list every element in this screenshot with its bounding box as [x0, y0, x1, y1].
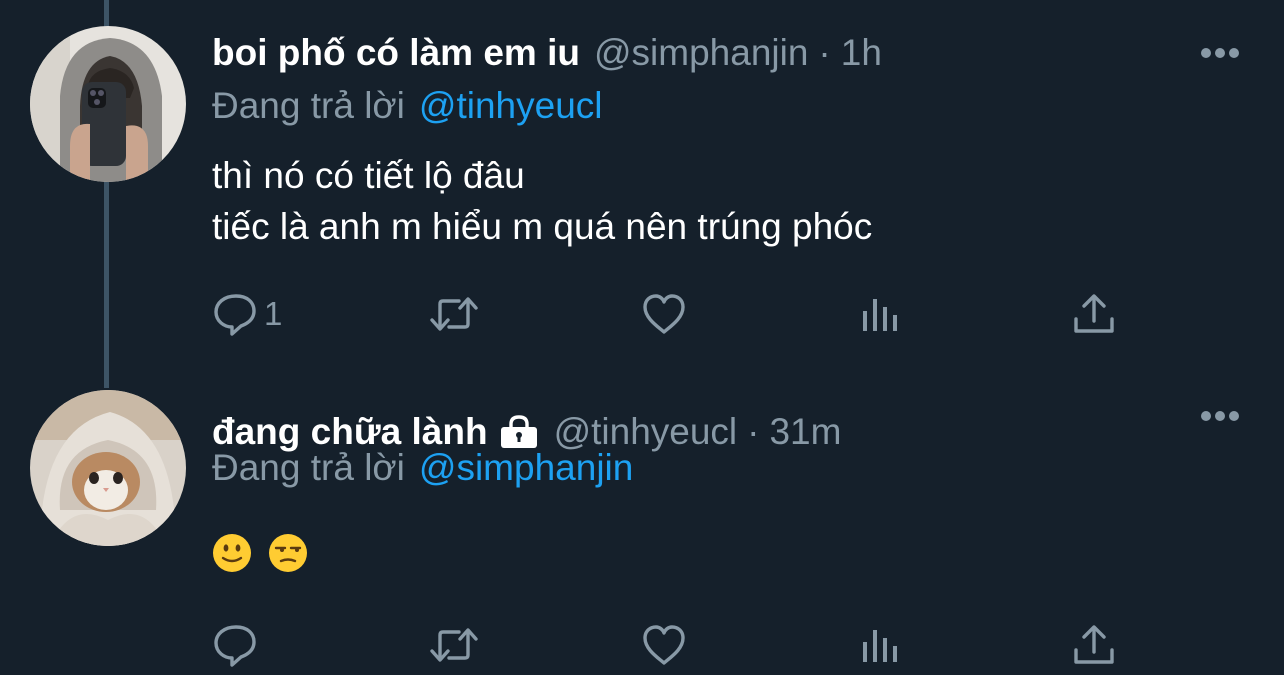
slightly-smiling-face-icon [213, 534, 251, 572]
tweet-header: boi phố có làm em iu @simphanjin · 1h [212, 31, 882, 75]
person-holding-phone-avatar-icon [30, 26, 186, 182]
replying-to-label: Đang trả lời [212, 85, 405, 126]
tweet-text: thì nó có tiết lộ đâu tiếc là anh m hiểu… [212, 150, 872, 252]
tweet-text [212, 533, 308, 573]
tweet-text-line: thì nó có tiết lộ đâu [212, 155, 525, 196]
tweet-text-line: tiếc là anh m hiểu m quá nên trúng phóc [212, 206, 873, 247]
share-button[interactable] [1071, 620, 1117, 670]
retweet-icon [430, 628, 478, 662]
analytics-icon [863, 630, 897, 662]
reply-icon [214, 625, 256, 667]
cat-in-blanket-avatar-icon [30, 390, 186, 546]
timestamp[interactable]: 1h [841, 32, 882, 74]
retweet-button[interactable] [428, 289, 480, 339]
lock-icon [500, 415, 537, 448]
avatar[interactable] [30, 26, 186, 182]
reply-button[interactable]: 1 [212, 289, 282, 339]
replying-to: Đang trả lời @tinhyeucl [212, 84, 603, 128]
analytics-button[interactable] [857, 620, 903, 670]
more-options-icon[interactable] [1200, 47, 1240, 59]
mention-link[interactable]: @simphanjin [419, 447, 633, 489]
mention-link[interactable]: @tinhyeucl [419, 85, 603, 127]
tweet-actions: 1 [0, 289, 1284, 339]
heart-icon [643, 625, 685, 665]
display-name[interactable]: boi phố có làm em iu [212, 32, 580, 74]
retweet-icon [430, 297, 478, 331]
analytics-button[interactable] [857, 289, 903, 339]
retweet-button[interactable] [428, 620, 480, 670]
heart-icon [643, 294, 685, 334]
share-icon [1074, 294, 1114, 333]
user-handle[interactable]: @simphanjin [594, 32, 808, 74]
more-options-icon[interactable] [1200, 410, 1240, 422]
avatar[interactable] [30, 390, 186, 546]
reply-button[interactable] [212, 620, 264, 670]
analytics-icon [863, 299, 897, 331]
share-icon [1074, 625, 1114, 664]
replying-to-label: Đang trả lời [212, 447, 405, 488]
timestamp[interactable]: 31m [769, 411, 841, 453]
share-button[interactable] [1071, 289, 1117, 339]
reply-icon [214, 294, 256, 336]
tweet[interactable]: boi phố có làm em iu @simphanjin · 1h Đa… [0, 0, 1284, 385]
tweet-actions [0, 620, 1284, 670]
tweet[interactable]: đang chữa lành @tinhyeucl · 31m Đang trả… [0, 385, 1284, 675]
like-button[interactable] [641, 289, 687, 339]
reply-count: 1 [264, 295, 283, 332]
separator-dot: · [818, 32, 831, 73]
like-button[interactable] [641, 620, 687, 670]
separator-dot: · [747, 411, 760, 452]
unamused-face-icon [269, 534, 307, 572]
replying-to: Đang trả lời @simphanjin [212, 446, 633, 490]
